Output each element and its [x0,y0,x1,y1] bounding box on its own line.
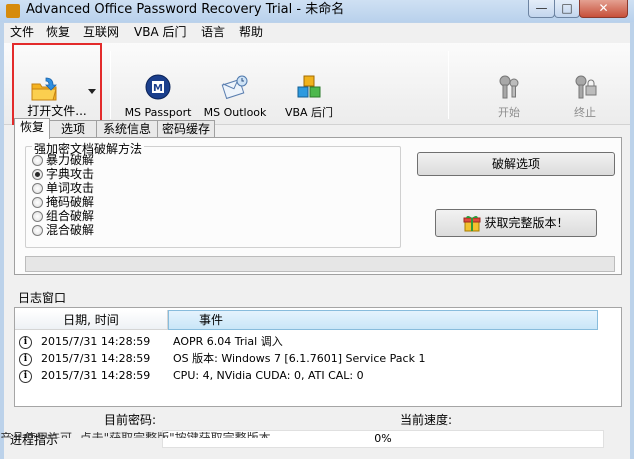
log-row[interactable]: i 2015/7/31 14:28:59 OS 版本: Windows 7 [6.1… [19,351,609,367]
menu-language[interactable]: 语言 [201,25,225,40]
current-password-label: 目前密码: [104,413,157,427]
radio-button[interactable] [32,169,43,180]
keys-lock-icon [575,75,597,99]
tab-recovery[interactable]: 恢复 [14,118,50,139]
tab-password-cache[interactable]: 密码缓存 [157,120,215,138]
stop-label: 终止 [574,106,596,119]
recovery-panel: 强加密文档破解方法 暴力破解 字典攻击 单词攻击 掩码破解 组合破解 混合破解 破解选项 … [14,137,622,275]
attack-method-option[interactable]: 混合破解 [32,223,94,237]
info-icon: i [19,353,32,366]
log-window[interactable]: 日期, 时间 事件 i 2015/7/31 14:28:59 AOPR 6.04 T… [14,307,622,407]
open-file-button[interactable]: 打开文件... [12,43,102,125]
menu-internet[interactable]: 互联网 [83,25,119,40]
attack-method-label: 字典攻击 [46,167,95,181]
radio-button[interactable] [32,197,43,208]
attack-method-option[interactable]: 单词攻击 [32,181,94,195]
start-button[interactable]: 开始 [474,43,544,125]
attack-method-option[interactable]: 暴力破解 [32,153,94,167]
ms-passport-label: MS Passport [124,106,192,119]
log-date: 2015/7/31 14:28:59 [41,369,151,382]
dropdown-arrow-icon[interactable] [88,89,96,94]
open-folder-icon [31,77,57,101]
ms-passport-icon: M [145,74,171,100]
stop-button[interactable]: 终止 [550,43,620,125]
svg-text:M: M [153,83,163,94]
main-window: 文件 恢复 互联网 VBA 后门 语言 帮助 打开文件... M MS Pass… [4,23,630,459]
ms-passport-button[interactable]: M MS Passport [120,43,196,125]
attack-method-label: 组合破解 [46,209,95,223]
column-date-time[interactable]: 日期, 时间 [15,310,168,330]
recovery-progress-bar [25,256,615,272]
menu-bar: 文件 恢复 互联网 VBA 后门 语言 帮助 [4,23,630,42]
info-icon: i [19,336,32,349]
ms-outlook-label: MS Outlook [203,106,267,119]
radio-button[interactable] [32,225,43,236]
log-row[interactable]: i 2015/7/31 14:28:59 AOPR 6.04 Trial 调入 [19,334,609,350]
vba-backdoor-label: VBA 后门 [284,106,334,119]
attack-method-label: 单词攻击 [46,181,95,195]
log-date: 2015/7/31 14:28:59 [41,335,151,348]
current-speed-label: 当前速度: [400,413,453,427]
attack-method-label: 混合破解 [46,223,95,237]
get-full-version-label: 获取完整版本！ [484,216,569,230]
attack-method-label: 掩码破解 [46,195,95,209]
radio-button[interactable] [32,155,43,166]
get-full-version-button[interactable]: 获取完整版本！ [435,209,597,237]
title-bar: Advanced Office Password Recovery Trial … [0,0,634,22]
app-icon [6,4,20,18]
menu-recovery[interactable]: 恢复 [46,25,70,40]
attack-method-option[interactable]: 字典攻击 [32,167,94,181]
tab-system-info[interactable]: 系统信息 [96,120,158,138]
attack-method-option[interactable]: 掩码破解 [32,195,94,209]
toolbar-separator [110,51,111,119]
vba-backdoor-button[interactable]: VBA 后门 [274,43,344,125]
tab-options[interactable]: 选项 [49,120,97,138]
close-button[interactable]: ✕ [579,0,628,18]
log-date: 2015/7/31 14:28:59 [41,352,151,365]
log-event: OS 版本: Windows 7 [6.1.7601] Service Pack… [173,352,426,365]
info-icon: i [19,370,32,383]
column-event[interactable]: 事件 [168,310,598,330]
log-event: CPU: 4, NVidia CUDA: 0, ATI CAL: 0 [173,369,364,382]
log-window-label: 日志窗口 [18,291,67,305]
gift-icon [463,216,481,232]
license-status-text: 产品使用许可. 点击"获取完整版"按键获取完整版本 [0,432,634,438]
vba-cubes-icon [297,75,321,98]
outlook-envelope-icon [221,75,248,100]
window-title: Advanced Office Password Recovery Trial … [26,2,345,17]
minimize-button[interactable]: — [528,0,555,18]
start-label: 开始 [498,106,520,119]
attack-method-label: 暴力破解 [46,153,95,167]
toolbar-separator [448,51,449,119]
keys-icon [499,75,519,99]
menu-vba-backdoor[interactable]: VBA 后门 [134,25,186,40]
toolbar: 打开文件... M MS Passport MS Outlook VBA 后门 … [4,43,630,125]
radio-button[interactable] [32,211,43,222]
maximize-button[interactable]: □ [554,0,580,18]
crack-options-button[interactable]: 破解选项 [417,152,615,176]
attack-method-option[interactable]: 组合破解 [32,209,94,223]
log-event: AOPR 6.04 Trial 调入 [173,335,283,348]
menu-file[interactable]: 文件 [10,25,34,40]
attack-method-group: 强加密文档破解方法 暴力破解 字典攻击 单词攻击 掩码破解 组合破解 混合破解 [25,143,401,248]
log-row[interactable]: i 2015/7/31 14:28:59 CPU: 4, NVidia CUDA: … [19,368,609,384]
ms-outlook-button[interactable]: MS Outlook [198,43,272,125]
menu-help[interactable]: 帮助 [239,25,263,40]
open-file-label: 打开文件... [27,104,87,118]
radio-button[interactable] [32,183,43,194]
log-header: 日期, 时间 事件 [15,310,621,330]
